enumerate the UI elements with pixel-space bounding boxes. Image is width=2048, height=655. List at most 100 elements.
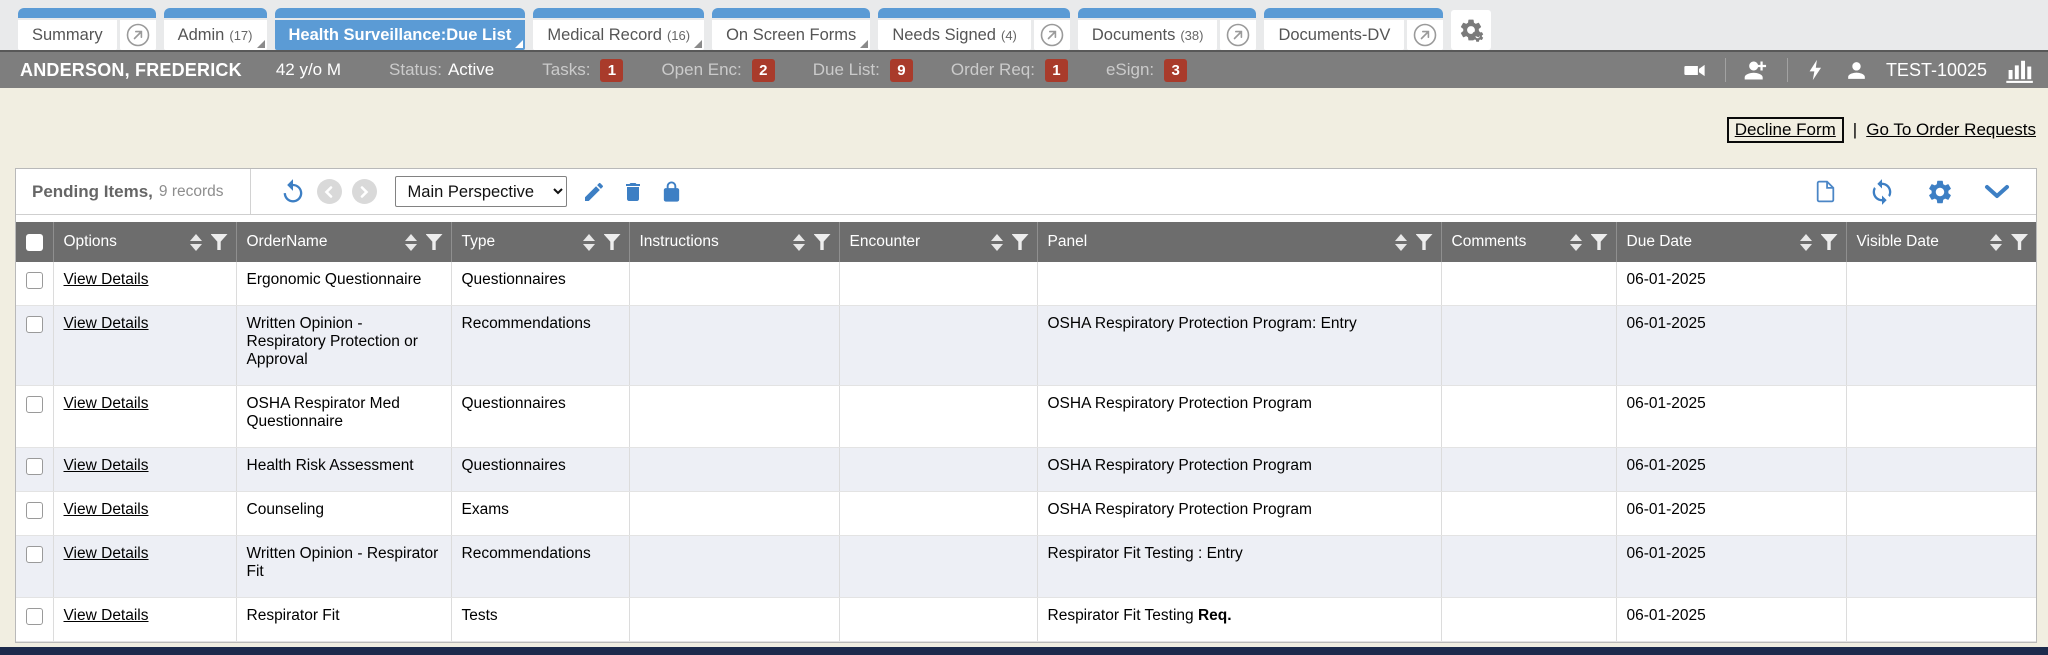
undo-button[interactable] — [279, 178, 307, 206]
row-checkbox[interactable] — [26, 502, 43, 519]
column-label: Comments — [1452, 233, 1527, 251]
filter-icon[interactable] — [211, 234, 228, 250]
collapse-chevron-button[interactable] — [1984, 183, 2010, 201]
lightning-bolt-icon[interactable] — [1805, 57, 1827, 83]
filter-icon[interactable] — [1591, 234, 1608, 250]
new-page-button[interactable] — [1813, 178, 1838, 205]
tab-documents[interactable]: Documents(38) — [1078, 8, 1257, 50]
perspective-select[interactable]: Main Perspective — [395, 176, 567, 207]
tab-documents-dv[interactable]: Documents-DV — [1264, 8, 1443, 50]
cell-comments — [1441, 536, 1616, 598]
tab-label[interactable]: Documents-DV — [1264, 20, 1404, 50]
cell-select — [16, 262, 53, 306]
cell-panel: OSHA Respiratory Protection Program — [1037, 492, 1441, 536]
counter-due-list-: Due List:9 — [813, 59, 913, 82]
counter-label: Order Req: — [951, 60, 1035, 80]
grid-settings-gear-button[interactable] — [1926, 178, 1954, 206]
filter-icon[interactable] — [1416, 234, 1433, 250]
cell-options: View Details — [53, 262, 236, 306]
delete-trash-button[interactable] — [621, 180, 645, 204]
tab-admin[interactable]: Admin(17) — [164, 8, 267, 50]
column-header-instructions: Instructions — [629, 222, 839, 262]
cell-instructions — [629, 386, 839, 448]
view-details-link[interactable]: View Details — [64, 545, 149, 562]
row-checkbox[interactable] — [26, 546, 43, 563]
popout-icon[interactable] — [1407, 20, 1443, 50]
view-details-link[interactable]: View Details — [64, 501, 149, 518]
lock-button[interactable] — [660, 180, 683, 204]
go-to-order-requests-link[interactable]: Go To Order Requests — [1866, 120, 2036, 140]
cell-type: Questionnaires — [451, 448, 629, 492]
tab-label[interactable]: Needs Signed(4) — [878, 20, 1031, 50]
cell-ordername: Written Opinion - Respiratory Protection… — [236, 306, 451, 386]
sort-icon[interactable] — [793, 234, 805, 251]
tab-summary[interactable]: Summary — [18, 8, 156, 50]
counter-label: Open Enc: — [661, 60, 741, 80]
tab-medical-record[interactable]: Medical Record(16) — [533, 8, 704, 50]
tab-on-screen-forms[interactable]: On Screen Forms — [712, 8, 870, 50]
row-checkbox[interactable] — [26, 608, 43, 625]
column-label: Type — [462, 233, 496, 251]
filter-icon[interactable] — [2011, 234, 2028, 250]
sort-icon[interactable] — [1800, 234, 1812, 251]
action-links-row: Decline Form | Go To Order Requests — [0, 114, 2048, 146]
cell-type: Tests — [451, 598, 629, 642]
filter-icon[interactable] — [1012, 234, 1029, 250]
cell-visible-date — [1846, 536, 2036, 598]
view-details-link[interactable]: View Details — [64, 315, 149, 332]
column-header-panel: Panel — [1037, 222, 1441, 262]
cell-due-date: 06-01-2025 — [1616, 262, 1846, 306]
sort-icon[interactable] — [583, 234, 595, 251]
tab-needs-signed[interactable]: Needs Signed(4) — [878, 8, 1070, 50]
settings-tab-button[interactable] — [1451, 10, 1491, 50]
cell-due-date: 06-01-2025 — [1616, 598, 1846, 642]
tab-label[interactable]: Documents(38) — [1078, 20, 1218, 50]
row-checkbox[interactable] — [26, 458, 43, 475]
popout-icon[interactable] — [1034, 20, 1070, 50]
cell-due-date: 06-01-2025 — [1616, 536, 1846, 598]
sort-icon[interactable] — [1570, 234, 1582, 251]
previous-button[interactable] — [317, 179, 342, 204]
select-all-checkbox[interactable] — [26, 234, 43, 251]
tab-label[interactable]: On Screen Forms — [712, 20, 870, 50]
popout-icon[interactable] — [1220, 20, 1256, 50]
cell-ordername: Counseling — [236, 492, 451, 536]
filter-icon[interactable] — [1821, 234, 1838, 250]
tab-bar: Summary Admin(17) Health Surveillance:Due … — [0, 0, 2048, 50]
counter-order-req-: Order Req:1 — [951, 59, 1068, 82]
next-button[interactable] — [352, 179, 377, 204]
sort-icon[interactable] — [991, 234, 1003, 251]
sort-icon[interactable] — [190, 234, 202, 251]
add-person-icon[interactable] — [1743, 57, 1770, 84]
filter-icon[interactable] — [426, 234, 443, 250]
divider — [250, 169, 251, 214]
video-camera-icon[interactable] — [1681, 57, 1708, 84]
view-details-link[interactable]: View Details — [64, 395, 149, 412]
cell-panel — [1037, 262, 1441, 306]
tab-count: (17) — [229, 28, 252, 43]
filter-icon[interactable] — [814, 234, 831, 250]
sort-icon[interactable] — [1395, 234, 1407, 251]
sort-icon[interactable] — [405, 234, 417, 251]
row-checkbox[interactable] — [26, 396, 43, 413]
tab-health-surveillance-due-list[interactable]: Health Surveillance:Due List — [275, 8, 526, 50]
cell-visible-date — [1846, 306, 2036, 386]
decline-form-link[interactable]: Decline Form — [1727, 117, 1844, 143]
popout-icon[interactable] — [120, 20, 156, 50]
view-details-link[interactable]: View Details — [64, 457, 149, 474]
tab-label[interactable]: Summary — [18, 20, 117, 50]
tab-label[interactable]: Health Surveillance:Due List — [275, 20, 526, 50]
filter-icon[interactable] — [604, 234, 621, 250]
edit-pencil-button[interactable] — [582, 180, 606, 204]
view-details-link[interactable]: View Details — [64, 271, 149, 288]
tab-label[interactable]: Medical Record(16) — [533, 20, 704, 50]
row-checkbox[interactable] — [26, 272, 43, 289]
sort-icon[interactable] — [1990, 234, 2002, 251]
tab-label[interactable]: Admin(17) — [164, 20, 267, 50]
row-checkbox[interactable] — [26, 316, 43, 333]
cell-due-date: 06-01-2025 — [1616, 492, 1846, 536]
bar-chart-icon[interactable] — [2004, 56, 2034, 84]
counter-tasks-: Tasks:1 — [542, 59, 623, 82]
view-details-link[interactable]: View Details — [64, 607, 149, 624]
refresh-button[interactable] — [1868, 178, 1896, 206]
